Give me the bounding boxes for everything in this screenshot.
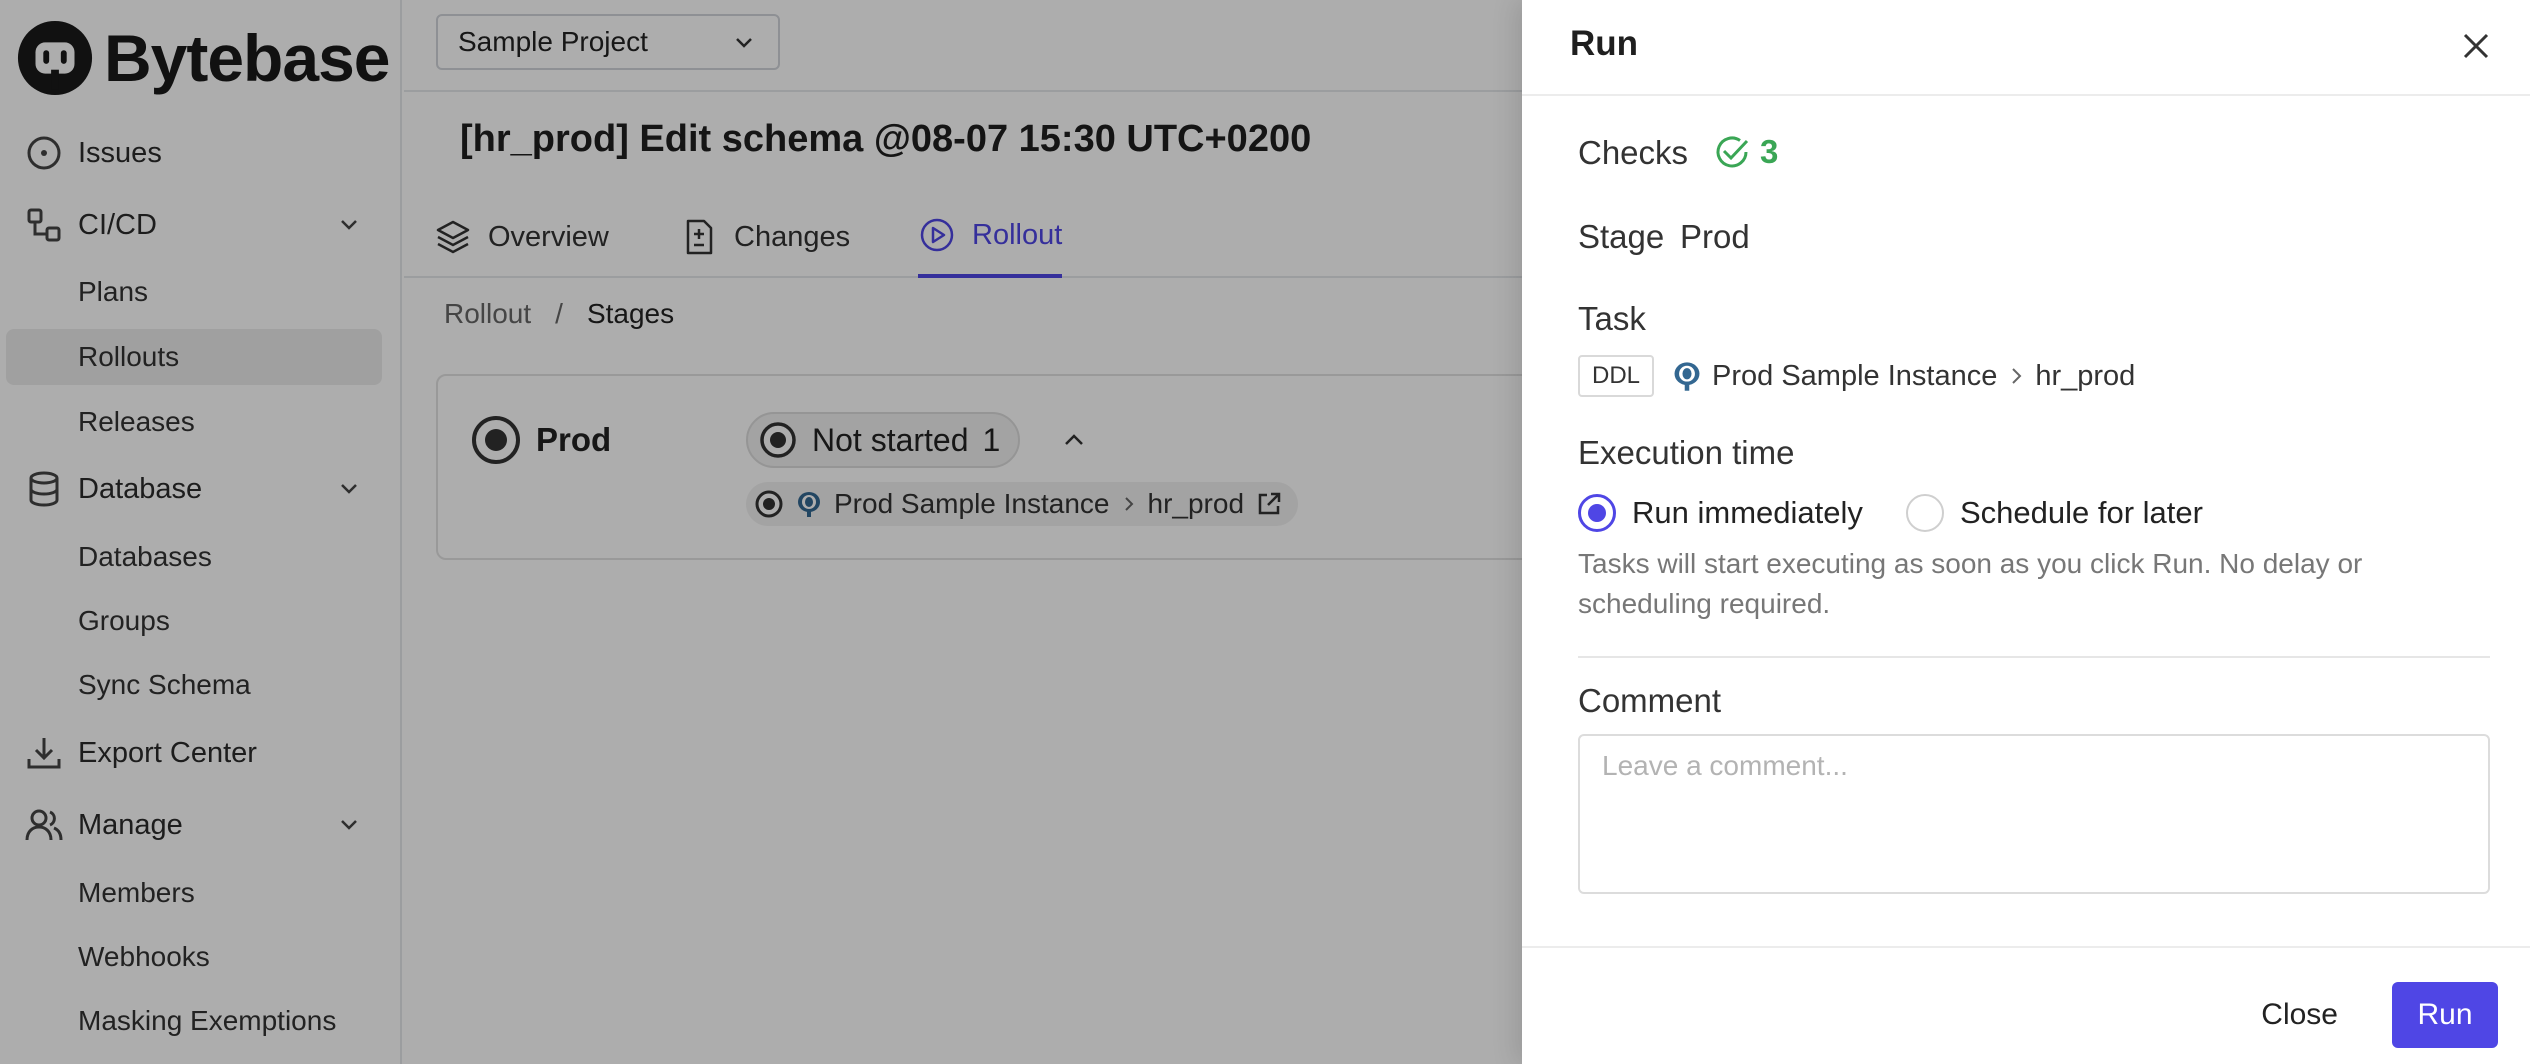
radio-checked[interactable]: [1578, 494, 1616, 532]
drawer-title: Run: [1570, 24, 1639, 63]
stage-value: Prod: [1680, 218, 1750, 255]
comment-label: Comment: [1578, 682, 1722, 719]
check-circle-icon: [1716, 136, 1749, 168]
task-type-tag: DDL: [1578, 355, 1655, 397]
radio-unchecked[interactable]: [1906, 494, 1944, 532]
divider: [1578, 656, 2490, 658]
checks-label: Checks: [1578, 134, 1689, 171]
task-instance: Prod Sample Instance: [1712, 359, 1998, 392]
chevron-right-icon: [2012, 368, 2022, 384]
checks-count: 3: [1760, 133, 1779, 170]
task-label: Task: [1578, 300, 1646, 337]
radio-label: Run immediately: [1632, 495, 1863, 530]
run-button[interactable]: Run: [2392, 982, 2498, 1048]
task-row: DDL Prod Sample Instance hr_prod: [1578, 354, 2135, 398]
drawer-footer: Close Run: [1522, 946, 2530, 1064]
close-icon[interactable]: [2456, 26, 2496, 66]
comment-input[interactable]: [1578, 734, 2490, 894]
drawer-header: Run: [1522, 0, 2530, 96]
stage-label: Stage: [1578, 218, 1665, 255]
postgres-icon: [1674, 362, 1700, 391]
close-button[interactable]: Close: [2239, 982, 2360, 1048]
schedule-later-option[interactable]: Schedule for later: [1906, 494, 2203, 532]
task-database: hr_prod: [2035, 359, 2136, 392]
checks-badge[interactable]: 3: [1712, 132, 1778, 172]
modal-backdrop[interactable]: [0, 0, 1522, 1064]
run-immediately-option[interactable]: Run immediately: [1578, 494, 1863, 532]
run-drawer: Run Checks 3 Stage Prod Task DDL Prod Sa…: [1522, 0, 2530, 1064]
execution-help-text: Tasks will start executing as soon as yo…: [1578, 548, 2363, 619]
execution-time-label: Execution time: [1578, 434, 1795, 471]
radio-label: Schedule for later: [1960, 495, 2203, 530]
